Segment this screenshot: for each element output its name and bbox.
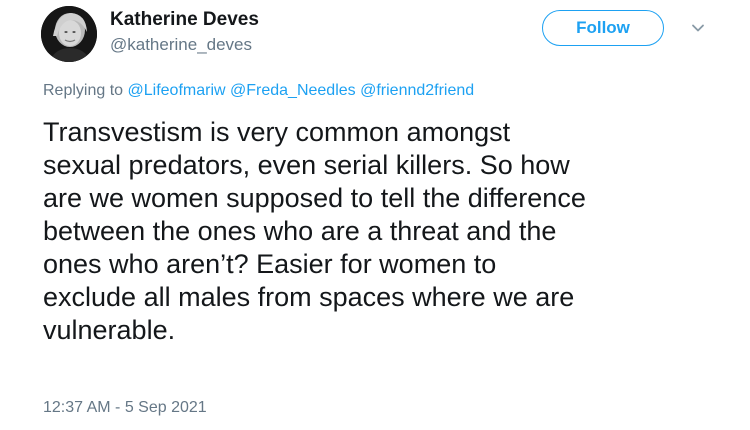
avatar-photo bbox=[41, 6, 97, 62]
mention-link[interactable]: @Freda_Needles bbox=[230, 82, 356, 99]
tweet-timestamp[interactable]: 12:37 AM - 5 Sep 2021 bbox=[43, 399, 207, 417]
tweet-text-line: Transvestism is very common amongst bbox=[43, 117, 511, 147]
mention-link[interactable]: @friennd2friend bbox=[360, 82, 474, 99]
mention-link[interactable]: @Lifeofmariw bbox=[128, 82, 226, 99]
replying-to-label: Replying to bbox=[43, 82, 124, 99]
tweet-text-line: vulnerable. bbox=[43, 315, 176, 345]
tweet-text-line: sexual predators, even serial killers. S… bbox=[43, 150, 570, 180]
follow-button[interactable]: Follow bbox=[542, 10, 664, 46]
chevron-down-icon[interactable] bbox=[690, 20, 706, 36]
tweet-text-line: exclude all males from spaces where we a… bbox=[43, 282, 575, 312]
tweet-text-line: are we women supposed to tell the differ… bbox=[43, 183, 586, 213]
replying-to-line: Replying to @Lifeofmariw @Freda_Needles … bbox=[43, 82, 474, 100]
tweet-text-line: between the ones who are a threat and th… bbox=[43, 216, 557, 246]
tweet-text: Transvestism is very common amongst sexu… bbox=[43, 116, 743, 347]
author-display-name[interactable]: Katherine Deves bbox=[110, 9, 259, 31]
avatar[interactable] bbox=[41, 6, 97, 62]
author-handle[interactable]: @katherine_deves bbox=[110, 35, 252, 55]
tweet-text-line: ones who aren’t? Easier for women to bbox=[43, 249, 497, 279]
